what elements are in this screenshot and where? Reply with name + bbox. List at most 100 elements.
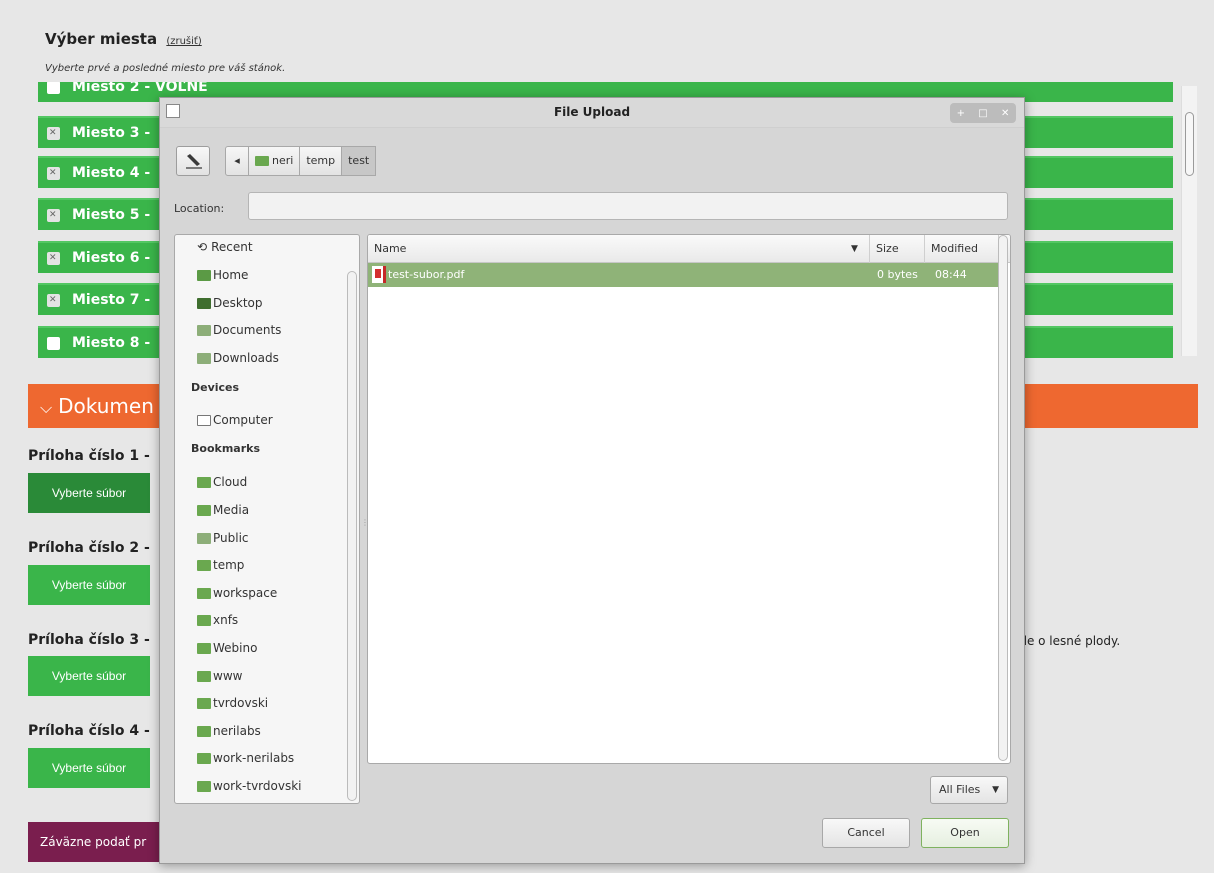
column-size[interactable]: Size	[870, 235, 925, 263]
spot-label: Miesto 6 -	[72, 250, 151, 266]
filter-value: All Files	[939, 783, 981, 796]
choose-file-button[interactable]: Vyberte súbor	[28, 656, 150, 696]
restore-icon[interactable]: □	[978, 108, 987, 119]
file-name: test-subor.pdf	[388, 268, 465, 281]
type-location-button[interactable]	[176, 146, 210, 176]
dialog-titlebar[interactable]: File Upload + □ ✕	[160, 98, 1024, 128]
spot-checkbox[interactable]	[47, 337, 60, 350]
bookmark-item[interactable]: work-tvrdovski	[197, 777, 302, 795]
file-list: Name ▼ Size Modified test-subor.pdf 0 by…	[367, 234, 1011, 764]
bookmark-label: www	[213, 669, 243, 683]
path-back-button[interactable]: ◂	[225, 146, 249, 176]
submit-button[interactable]: Záväzne podať pr	[28, 822, 162, 862]
place-label: Downloads	[213, 351, 279, 365]
bookmark-label: work-nerilabs	[213, 751, 295, 765]
folder-icon	[197, 670, 211, 682]
spot-label: Miesto 3 -	[72, 125, 151, 141]
folder-icon	[197, 642, 211, 654]
folder-icon	[197, 532, 211, 544]
side-note: ide o lesné plody.	[1016, 634, 1121, 648]
page-subtitle: Vyberte prvé a posledné miesto pre váš s…	[45, 63, 286, 74]
spot-label: Miesto 4 -	[72, 165, 151, 181]
path-segment-neri[interactable]: neri	[248, 146, 301, 176]
folder-icon	[197, 725, 211, 737]
spot-label: Miesto 2 - VOĽNÉ	[72, 82, 208, 95]
attachment-label: Príloha číslo 3 -	[28, 632, 150, 648]
file-size: 0 bytes	[877, 268, 918, 281]
spot-checkbox[interactable]	[47, 118, 60, 148]
places-sidebar: ⟲ Recent Home Desktop Documents Downloads…	[174, 234, 360, 804]
file-type-filter[interactable]: All Files ▼	[930, 776, 1008, 804]
bookmark-item[interactable]: Cloud	[197, 473, 247, 491]
file-modified: 08:44	[935, 268, 967, 281]
choose-file-button[interactable]: Vyberte súbor	[28, 748, 150, 788]
downloads-folder-icon	[197, 352, 211, 364]
place-computer[interactable]: Computer	[197, 411, 273, 429]
bookmark-item[interactable]: Public	[197, 529, 249, 547]
place-label: Recent	[211, 240, 253, 254]
folder-icon	[197, 587, 211, 599]
place-downloads[interactable]: Downloads	[197, 349, 279, 367]
path-segment-temp[interactable]: temp	[299, 146, 343, 176]
spot-list-scrollbar[interactable]	[1181, 86, 1197, 356]
computer-icon	[197, 414, 211, 426]
scrollbar-thumb[interactable]	[1185, 112, 1194, 176]
place-label: Computer	[213, 413, 273, 427]
folder-icon	[197, 559, 211, 571]
documents-folder-icon	[197, 324, 211, 336]
folder-icon	[197, 504, 211, 516]
choose-file-button[interactable]: Vyberte súbor	[28, 473, 150, 513]
place-label: Documents	[213, 323, 282, 337]
file-list-scrollbar[interactable]	[998, 235, 1008, 761]
sort-descending-icon: ▼	[851, 244, 858, 254]
open-button[interactable]: Open	[921, 818, 1009, 848]
devices-heading: Devices	[191, 381, 240, 394]
path-segment-label: neri	[272, 154, 294, 167]
spot-checkbox[interactable]	[47, 158, 60, 188]
place-label: Home	[213, 268, 249, 282]
cancel-button[interactable]: Cancel	[822, 818, 910, 848]
spot-checkbox[interactable]	[47, 82, 60, 94]
bookmark-label: work-tvrdovski	[213, 779, 302, 793]
place-documents[interactable]: Documents	[197, 321, 281, 339]
page-title: Výber miesta (zrušiť)	[45, 30, 202, 48]
maximize-icon[interactable]: +	[957, 108, 965, 119]
bookmark-item[interactable]: work-nerilabs	[197, 749, 294, 767]
spot-checkbox[interactable]	[47, 285, 60, 315]
bookmark-label: temp	[213, 558, 245, 572]
location-input[interactable]	[248, 192, 1008, 220]
place-desktop[interactable]: Desktop	[197, 294, 263, 312]
close-icon[interactable]: ✕	[1001, 108, 1009, 119]
bookmark-item[interactable]: tvrdovski	[197, 694, 268, 712]
window-controls: + □ ✕	[950, 103, 1016, 123]
spot-checkbox[interactable]	[47, 243, 60, 273]
attachment-label: Príloha číslo 1 -	[28, 448, 150, 464]
bookmark-item[interactable]: xnfs	[197, 611, 238, 629]
bookmark-item[interactable]: Webino	[197, 639, 257, 657]
bookmark-label: tvrdovski	[213, 696, 269, 710]
bookmark-item[interactable]: nerilabs	[197, 722, 261, 740]
path-bar: ◂ neri temp test	[225, 146, 377, 176]
bookmark-item[interactable]: temp	[197, 556, 244, 574]
column-modified[interactable]: Modified	[925, 235, 999, 263]
place-recent[interactable]: ⟲ Recent	[197, 238, 253, 256]
bookmark-item[interactable]: Media	[197, 501, 249, 519]
desktop-icon	[197, 297, 211, 309]
choose-file-button[interactable]: Vyberte súbor	[28, 565, 150, 605]
folder-icon	[197, 614, 211, 626]
bookmark-item[interactable]: www	[197, 667, 242, 685]
bookmark-label: Webino	[213, 641, 258, 655]
bookmark-item[interactable]: workspace	[197, 584, 277, 602]
bookmark-label: nerilabs	[213, 724, 261, 738]
spot-checkbox[interactable]	[47, 200, 60, 230]
file-row-selected[interactable]: test-subor.pdf 0 bytes 08:44	[368, 263, 998, 287]
bookmark-label: Cloud	[213, 475, 248, 489]
path-segment-test[interactable]: test	[341, 146, 377, 176]
place-label: Desktop	[213, 296, 263, 310]
chevron-down-icon: ▼	[992, 785, 999, 795]
column-name[interactable]: Name	[368, 235, 870, 263]
place-home[interactable]: Home	[197, 266, 248, 284]
bookmark-label: Media	[213, 503, 250, 517]
places-scrollbar[interactable]	[347, 271, 357, 801]
cancel-link[interactable]: (zrušiť)	[166, 36, 201, 47]
